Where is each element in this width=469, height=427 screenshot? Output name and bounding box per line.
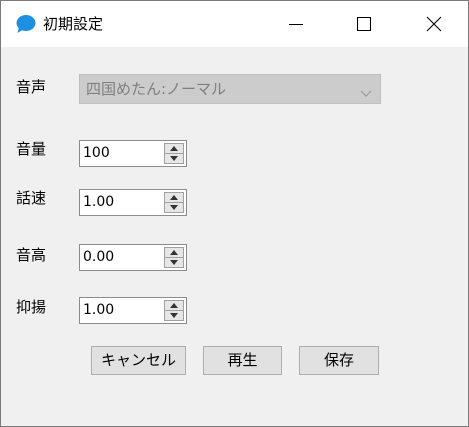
intonation-stepper bbox=[79, 297, 187, 324]
speed-stepper bbox=[79, 189, 187, 216]
voice-select-value: 四国めたん:ノーマル bbox=[86, 80, 227, 98]
play-button[interactable]: 再生 bbox=[203, 346, 282, 375]
minimize-button[interactable] bbox=[273, 1, 319, 47]
minimize-icon bbox=[289, 24, 303, 25]
pitch-spin-buttons bbox=[164, 247, 184, 268]
volume-stepper bbox=[79, 140, 187, 167]
pitch-stepper bbox=[79, 244, 187, 271]
intonation-down-arrow-icon[interactable] bbox=[165, 311, 183, 320]
intonation-input[interactable] bbox=[83, 301, 159, 319]
intonation-label: 抑揚 bbox=[16, 298, 47, 316]
speed-spin-buttons bbox=[164, 192, 184, 213]
speech-bubble-icon bbox=[15, 13, 37, 35]
voice-label: 音声 bbox=[16, 78, 47, 96]
maximize-icon bbox=[357, 17, 371, 31]
pitch-label: 音高 bbox=[16, 246, 47, 264]
intonation-spin-buttons bbox=[164, 300, 184, 321]
cancel-button[interactable]: キャンセル bbox=[91, 346, 186, 375]
close-button[interactable] bbox=[411, 1, 457, 47]
voice-select[interactable]: 四国めたん:ノーマル bbox=[79, 74, 381, 104]
maximize-button[interactable] bbox=[341, 1, 387, 47]
volume-down-arrow-icon[interactable] bbox=[165, 154, 183, 163]
speed-down-arrow-icon[interactable] bbox=[165, 203, 183, 212]
pitch-input[interactable] bbox=[83, 248, 159, 266]
volume-input[interactable] bbox=[83, 144, 159, 162]
speed-input[interactable] bbox=[83, 193, 159, 211]
save-button[interactable]: 保存 bbox=[299, 346, 379, 375]
volume-up-arrow-icon[interactable] bbox=[165, 144, 183, 154]
settings-window: 初期設定 音声 四国めたん:ノーマル 音量 100 話速 1.00 音高 0.0… bbox=[0, 0, 469, 427]
volume-spin-buttons bbox=[164, 143, 184, 164]
intonation-up-arrow-icon[interactable] bbox=[165, 301, 183, 311]
volume-label: 音量 bbox=[16, 140, 47, 158]
window-title: 初期設定 bbox=[43, 15, 104, 33]
title-bar[interactable]: 初期設定 bbox=[1, 1, 468, 47]
close-icon bbox=[426, 16, 442, 32]
chevron-down-icon bbox=[360, 84, 372, 103]
speed-up-arrow-icon[interactable] bbox=[165, 193, 183, 203]
pitch-down-arrow-icon[interactable] bbox=[165, 258, 183, 267]
speed-label: 話速 bbox=[16, 189, 47, 207]
pitch-up-arrow-icon[interactable] bbox=[165, 248, 183, 258]
